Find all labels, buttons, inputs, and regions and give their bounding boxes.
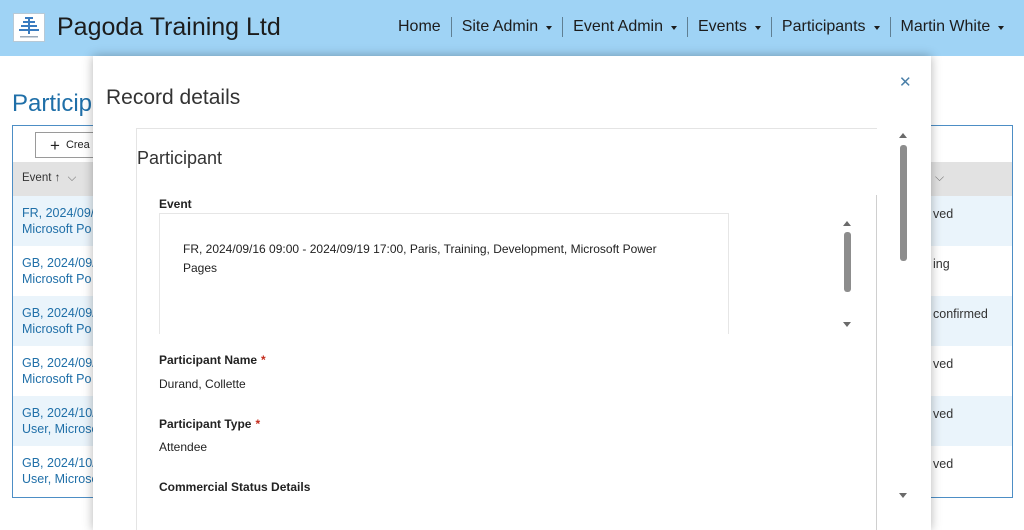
scroll-down-icon[interactable] bbox=[843, 322, 851, 327]
row-event-line: FR, 2024/09/ bbox=[22, 206, 95, 220]
row-event-line: GB, 2024/09/ bbox=[22, 356, 96, 370]
participant-type-value: Attendee bbox=[159, 440, 208, 454]
nav-participants-label: Participants bbox=[781, 18, 866, 35]
row-event-line: User, Microso bbox=[22, 472, 99, 486]
row-event-line: Microsoft Po bbox=[22, 272, 92, 286]
participant-name-label-text: Participant Name bbox=[159, 353, 258, 367]
company-logo[interactable] bbox=[13, 13, 45, 42]
row-status: ved bbox=[933, 407, 954, 421]
row-status: confirmed bbox=[933, 307, 988, 321]
dialog-scrollbar-thumb[interactable] bbox=[900, 145, 907, 261]
row-event-line: User, Microso bbox=[22, 422, 99, 436]
nav-event-admin-label: Event Admin bbox=[573, 18, 663, 35]
main-nav: Home Site Admin Event Admin Events Parti… bbox=[388, 17, 1005, 37]
form-frame: Participant Event FR, 2024/09/16 09:00 -… bbox=[136, 128, 877, 530]
page-title: Participa bbox=[12, 90, 106, 117]
participant-type-label-text: Participant Type bbox=[159, 417, 252, 431]
nav-home-label: Home bbox=[398, 18, 441, 35]
row-event-line: GB, 2024/09/ bbox=[22, 256, 96, 270]
nav-events[interactable]: Events bbox=[688, 17, 772, 37]
event-value: FR, 2024/09/16 09:00 - 2024/09/19 17:00,… bbox=[183, 240, 693, 278]
brand-title[interactable]: Pagoda Training Ltd bbox=[57, 13, 281, 42]
row-event-link[interactable]: GB, 2024/09/Microsoft Po bbox=[22, 355, 96, 387]
participant-name-value: Durand, Collette bbox=[159, 377, 246, 391]
row-event-link[interactable]: GB, 2024/10/User, Microso bbox=[22, 405, 98, 437]
chevron-down-icon bbox=[671, 26, 677, 30]
row-event-link[interactable]: GB, 2024/09/Microsoft Po bbox=[22, 305, 96, 337]
chevron-down-icon bbox=[998, 26, 1005, 30]
dialog-title: Record details bbox=[106, 86, 241, 109]
scroll-up-icon[interactable] bbox=[899, 133, 907, 138]
column-header-event-label: Event ↑ bbox=[22, 172, 61, 184]
nav-event-admin[interactable]: Event Admin bbox=[563, 17, 688, 37]
row-event-line: GB, 2024/10/ bbox=[22, 406, 96, 420]
chevron-down-icon: ⌵ bbox=[67, 172, 77, 184]
row-event-line: GB, 2024/09/ bbox=[22, 306, 96, 320]
chevron-down-icon bbox=[873, 26, 880, 30]
record-details-dialog: Record details ✕ Participant Event FR, 2… bbox=[93, 56, 931, 530]
chevron-down-icon bbox=[754, 26, 761, 30]
row-status: ing bbox=[933, 257, 950, 271]
row-event-link[interactable]: GB, 2024/10/User, Microso bbox=[22, 455, 98, 487]
row-event-line: Microsoft Po bbox=[22, 322, 92, 336]
event-field-label: Event bbox=[159, 197, 192, 211]
row-event-link[interactable]: GB, 2024/09/Microsoft Po bbox=[22, 255, 96, 287]
nav-site-admin[interactable]: Site Admin bbox=[452, 17, 564, 37]
required-marker: * bbox=[261, 353, 266, 367]
create-button-label: Crea bbox=[65, 139, 90, 151]
inner-scrollbar-thumb[interactable] bbox=[844, 232, 851, 292]
commercial-status-label: Commercial Status Details bbox=[159, 480, 311, 494]
column-header-event[interactable]: Event ↑ ⌵ bbox=[22, 172, 76, 185]
required-marker: * bbox=[255, 417, 261, 431]
scroll-down-icon[interactable] bbox=[899, 493, 907, 498]
close-icon[interactable]: ✕ bbox=[899, 73, 912, 91]
nav-site-admin-label: Site Admin bbox=[461, 18, 539, 35]
participant-name-label: Participant Name * bbox=[159, 353, 266, 367]
nav-user-label: Martin White bbox=[900, 18, 991, 35]
chevron-down-icon bbox=[546, 26, 553, 30]
row-event-line: Microsoft Po bbox=[22, 372, 92, 386]
form-divider bbox=[876, 195, 877, 530]
nav-home[interactable]: Home bbox=[388, 17, 452, 37]
event-value-line: Pages bbox=[183, 261, 218, 275]
event-value-line: FR, 2024/09/16 09:00 - 2024/09/19 17:00,… bbox=[183, 242, 657, 256]
nav-user-menu[interactable]: Martin White bbox=[891, 17, 1005, 37]
row-event-line: Microsoft Po bbox=[22, 222, 92, 236]
row-event-link[interactable]: FR, 2024/09/Microsoft Po bbox=[22, 205, 94, 237]
scroll-up-icon[interactable] bbox=[843, 221, 851, 226]
chevron-down-icon[interactable]: ⌵ bbox=[935, 170, 944, 185]
row-status: ved bbox=[933, 357, 954, 371]
nav-events-label: Events bbox=[698, 18, 747, 35]
row-status: ved bbox=[933, 457, 954, 471]
nav-participants[interactable]: Participants bbox=[772, 17, 891, 37]
participant-type-label: Participant Type * bbox=[159, 417, 260, 431]
row-status: ved bbox=[933, 207, 954, 221]
plus-icon: + bbox=[50, 135, 60, 155]
section-title: Participant bbox=[137, 148, 223, 168]
row-event-line: GB, 2024/10/ bbox=[22, 456, 96, 470]
top-navbar: Pagoda Training Ltd Home Site Admin Even… bbox=[0, 0, 1024, 56]
event-lookup-box[interactable]: FR, 2024/09/16 09:00 - 2024/09/19 17:00,… bbox=[159, 213, 729, 334]
